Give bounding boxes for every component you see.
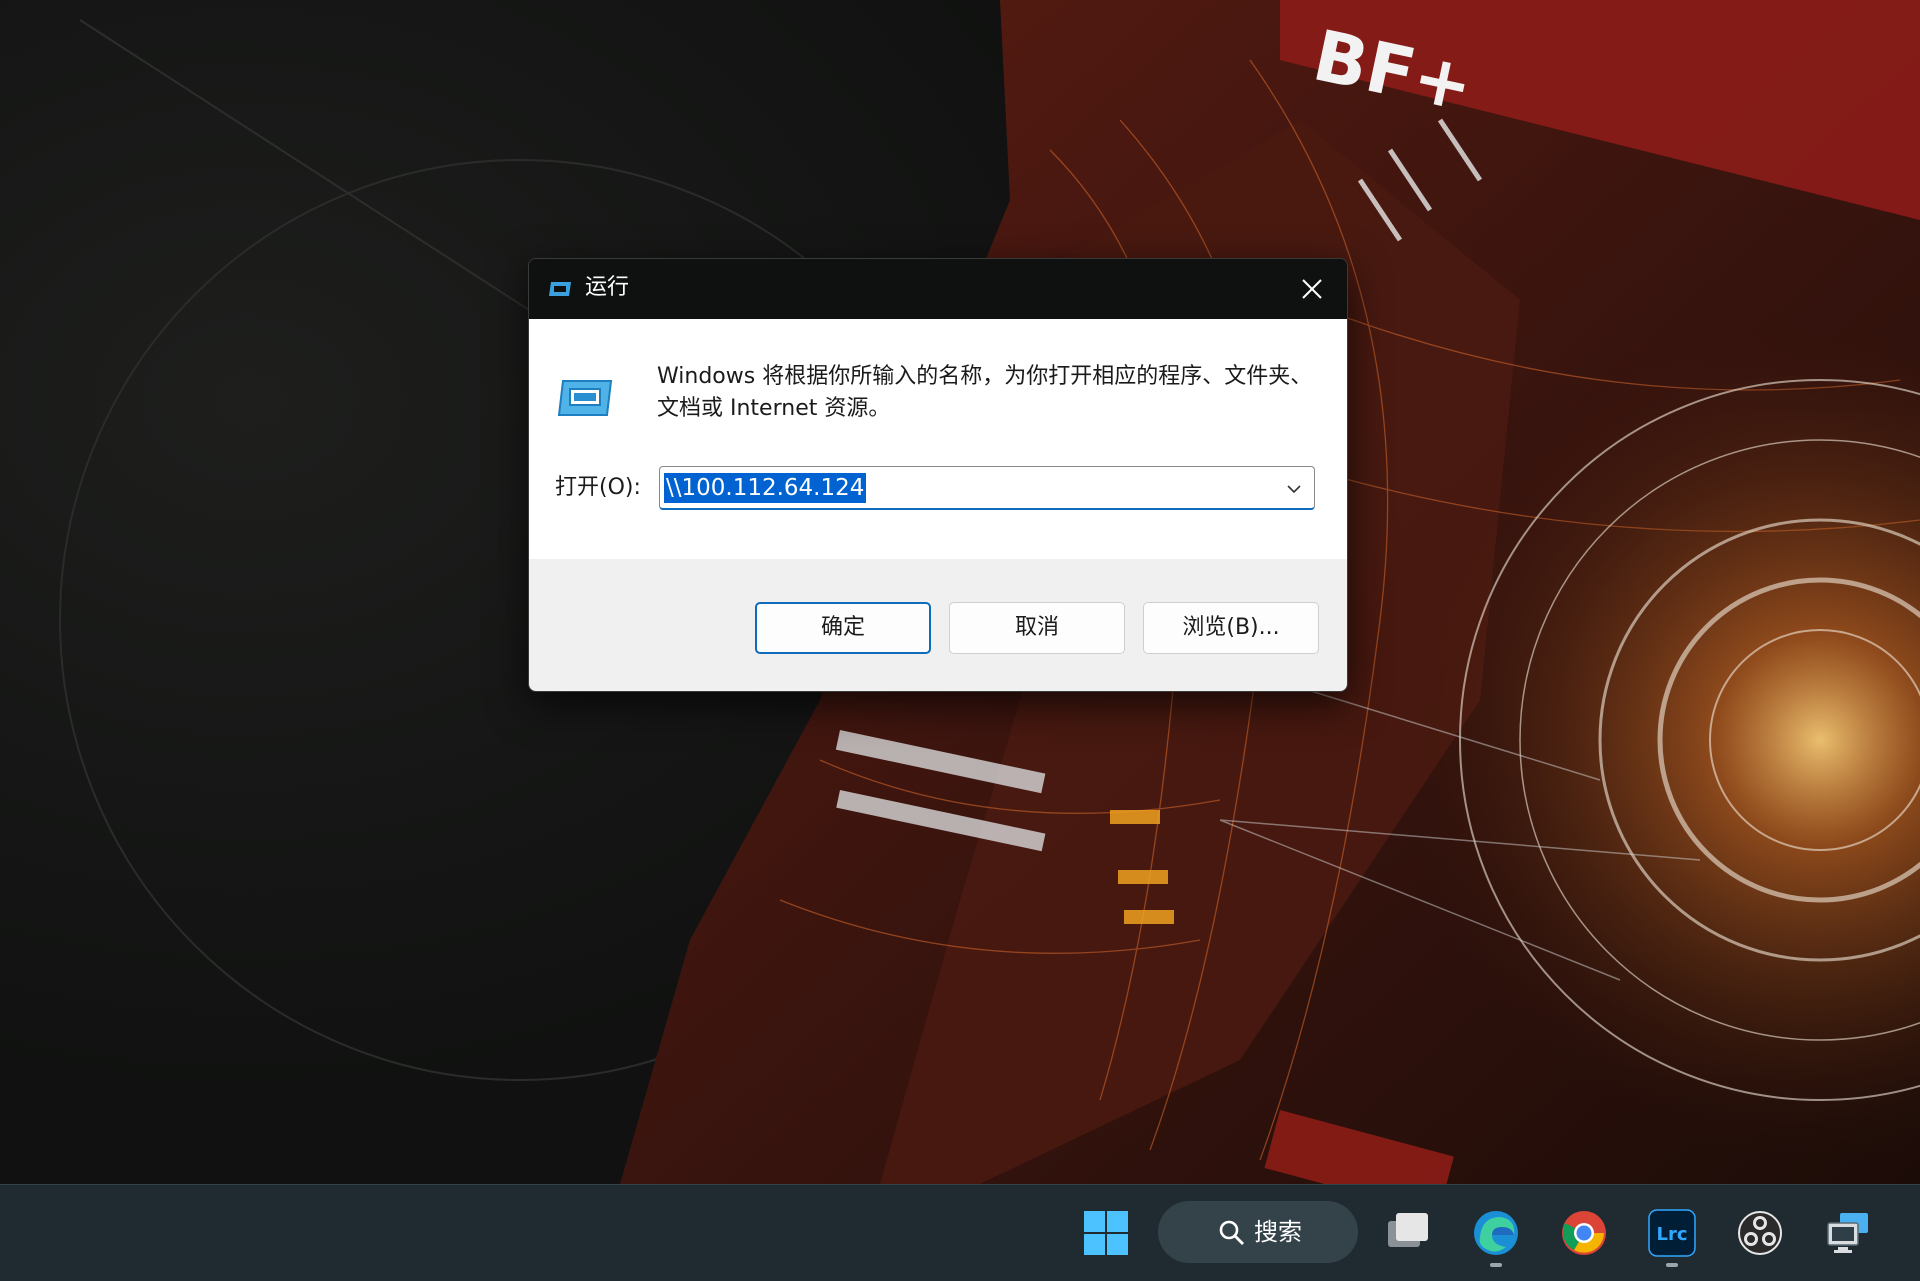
chrome-button[interactable] xyxy=(1554,1203,1614,1263)
run-program-icon xyxy=(557,375,613,419)
task-view-button[interactable] xyxy=(1378,1203,1438,1263)
open-input-value[interactable]: \\100.112.64.124 xyxy=(664,473,867,503)
taskbar: 搜索 Lrc xyxy=(0,1184,1920,1281)
task-view-icon xyxy=(1388,1213,1428,1247)
search-box[interactable]: 搜索 xyxy=(1158,1201,1358,1263)
remote-desktop-icon xyxy=(1827,1213,1868,1253)
dialog-titlebar[interactable]: 运行 xyxy=(529,259,1347,319)
windows-logo-icon xyxy=(1084,1211,1128,1255)
chevron-down-icon[interactable] xyxy=(1284,479,1304,499)
obs-icon xyxy=(1738,1211,1782,1255)
start-button[interactable] xyxy=(1076,1203,1136,1263)
running-indicator xyxy=(1490,1263,1502,1267)
running-indicator xyxy=(1666,1263,1678,1267)
lrc-icon: Lrc xyxy=(1648,1209,1696,1257)
open-label: 打开(O): xyxy=(555,475,641,500)
browse-button[interactable]: 浏览(B)... xyxy=(1143,602,1319,654)
dialog-body: Windows 将根据你所输入的名称，为你打开相应的程序、文件夹、文档或 Int… xyxy=(529,319,1347,559)
run-icon xyxy=(547,279,573,299)
search-label: 搜索 xyxy=(1254,1218,1302,1246)
search-icon xyxy=(1219,1220,1244,1245)
close-button[interactable] xyxy=(1277,259,1347,319)
obs-button[interactable] xyxy=(1730,1203,1790,1263)
remote-desktop-button[interactable] xyxy=(1818,1203,1878,1263)
dialog-message: Windows 将根据你所输入的名称，为你打开相应的程序、文件夹、文档或 Int… xyxy=(657,364,1313,421)
cancel-button[interactable]: 取消 xyxy=(949,602,1125,654)
lrc-label: Lrc xyxy=(1656,1224,1687,1245)
lightroom-button[interactable]: Lrc xyxy=(1642,1203,1702,1267)
run-dialog: 运行 Windows 将根据你所输入的名称，为你打开相应的程序、文件夹、文档或 … xyxy=(528,258,1348,692)
edge-icon xyxy=(1474,1211,1518,1255)
close-icon xyxy=(1302,279,1322,299)
dialog-footer: 确定 取消 浏览(B)... xyxy=(529,559,1347,691)
chrome-icon xyxy=(1562,1211,1606,1255)
dialog-title: 运行 xyxy=(585,275,630,300)
ok-button[interactable]: 确定 xyxy=(755,602,931,654)
edge-button[interactable] xyxy=(1466,1203,1526,1267)
open-combobox[interactable]: \\100.112.64.124 xyxy=(659,466,1315,510)
